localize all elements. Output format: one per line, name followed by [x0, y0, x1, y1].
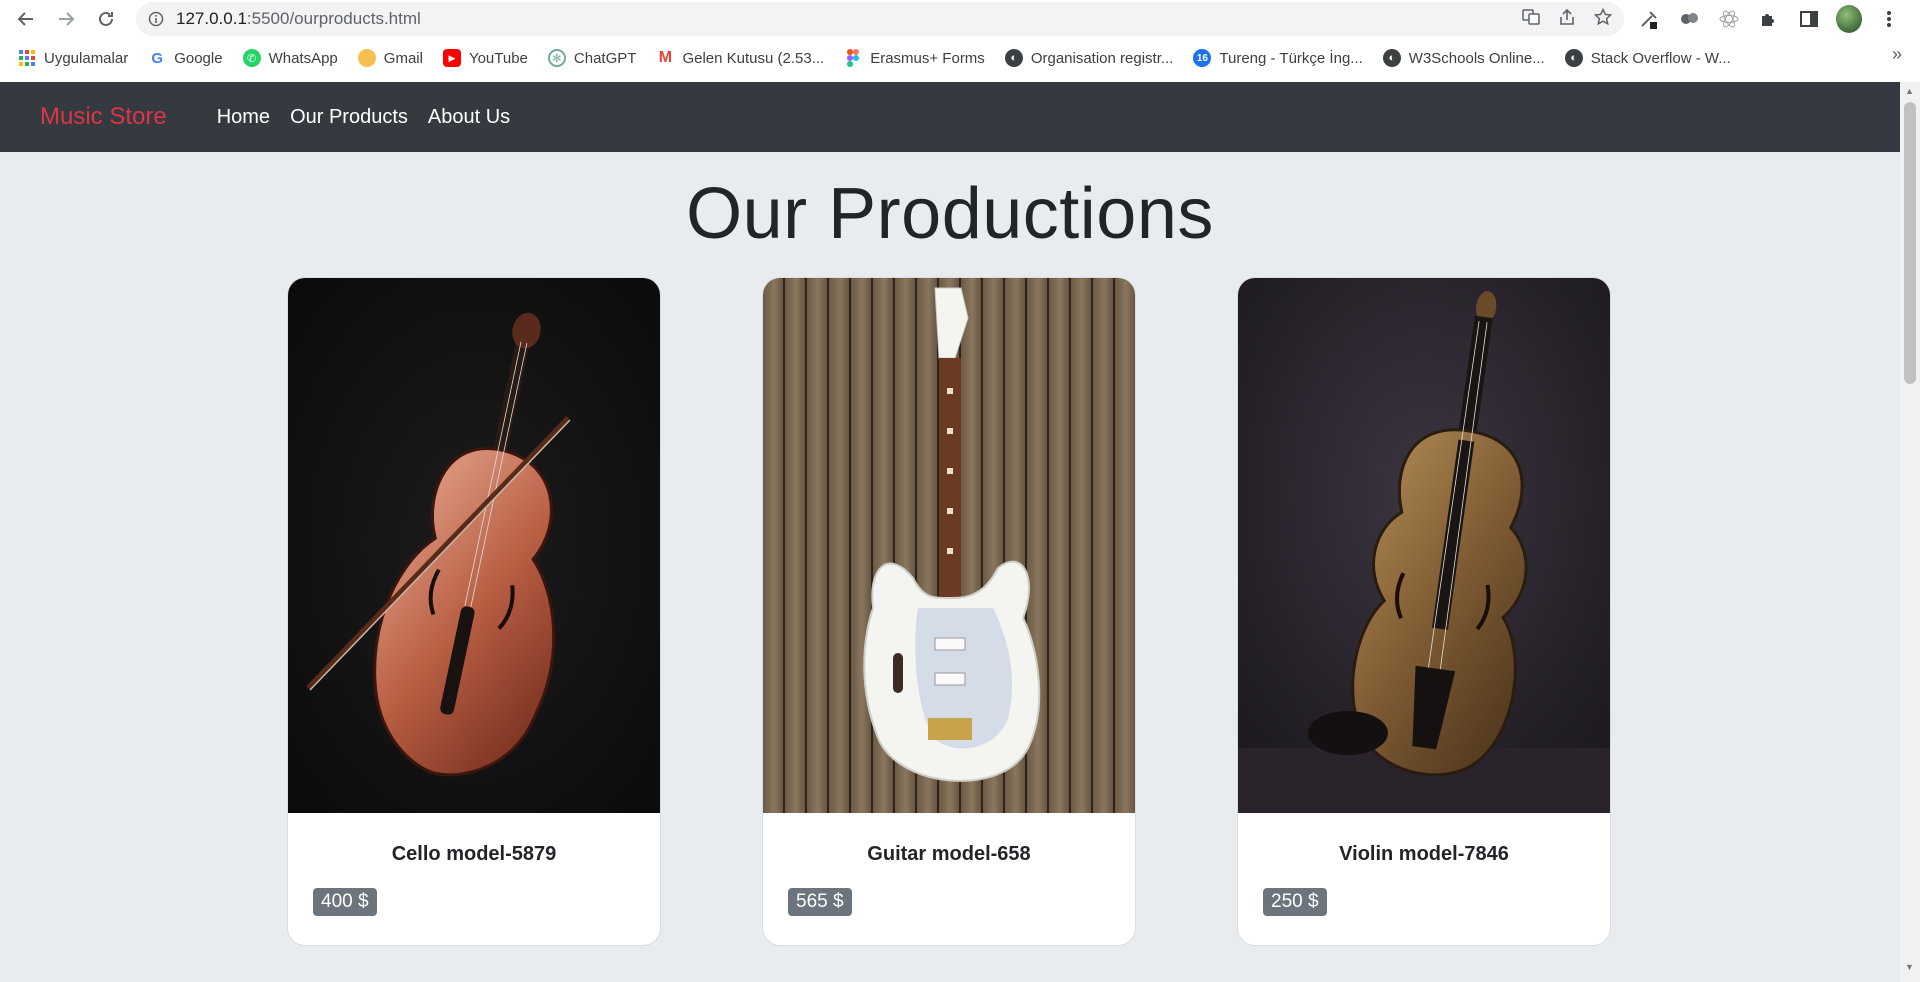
puzzle-extensions-icon[interactable] — [1756, 6, 1782, 32]
browser-toolbar: 127.0.0.1:5500/ourproducts.html — [0, 0, 1920, 38]
product-image-violin — [1238, 278, 1610, 813]
bookmark-organisation[interactable]: ◐ Organisation registr... — [1004, 49, 1174, 67]
bookmarks-overflow-button[interactable]: » — [1892, 44, 1902, 65]
url-host: 127.0.0.1 — [176, 9, 247, 28]
circle-favicon-icon — [357, 49, 376, 67]
browser-menu-icon[interactable] — [1876, 6, 1902, 32]
scroll-down-arrow-icon[interactable]: ▼ — [1905, 962, 1914, 972]
browser-chrome: 127.0.0.1:5500/ourproducts.html Uygulama… — [0, 0, 1920, 82]
product-card-cello[interactable]: Cello model-5879 400 $ — [287, 277, 661, 946]
brand-link[interactable]: Music Store — [40, 103, 167, 131]
globe-icon: ◐ — [1004, 49, 1023, 67]
bookmark-google[interactable]: G Google — [148, 49, 222, 67]
price-badge: 250 $ — [1263, 888, 1327, 916]
site-info-icon[interactable] — [136, 11, 176, 27]
youtube-icon: ▶ — [442, 49, 461, 67]
bookmark-label: W3Schools Online... — [1408, 49, 1545, 67]
bookmark-w3schools[interactable]: ◐ W3Schools Online... — [1382, 49, 1545, 67]
product-image-guitar — [763, 278, 1135, 813]
side-panel-icon[interactable] — [1796, 6, 1822, 32]
bookmark-label: Google — [174, 49, 223, 67]
web-page: Music Store Home Our Products About Us O… — [0, 82, 1900, 982]
back-button[interactable] — [6, 0, 46, 38]
scroll-up-arrow-icon[interactable]: ▲ — [1905, 86, 1914, 96]
bookmark-tureng[interactable]: 16 Tureng - Türkçe İng... — [1193, 49, 1363, 67]
scrollbar-thumb[interactable] — [1904, 102, 1916, 384]
product-title: Cello model-5879 — [391, 843, 557, 865]
bookmark-whatsapp[interactable]: ✆ WhatsApp — [242, 49, 338, 67]
price-badge: 565 $ — [788, 888, 852, 916]
nav-about-us[interactable]: About Us — [428, 106, 510, 129]
chatgpt-icon: ✻ — [547, 49, 566, 67]
globe-icon: ◐ — [1382, 49, 1401, 67]
bookmark-gmail-circle[interactable]: Gmail — [357, 49, 423, 67]
share-icon[interactable] — [1558, 8, 1576, 31]
google-icon: G — [151, 49, 164, 67]
bookmark-label: WhatsApp — [268, 49, 338, 67]
bookmark-erasmus[interactable]: Erasmus+ Forms — [844, 49, 985, 67]
address-bar-actions — [1522, 2, 1613, 36]
translate-icon[interactable] — [1522, 8, 1540, 31]
back-arrow-icon — [17, 12, 33, 26]
nav-home[interactable]: Home — [217, 106, 270, 129]
extensions-area — [1636, 0, 1902, 38]
bookmark-label: Gmail — [383, 49, 423, 67]
bookmark-chatgpt[interactable]: ✻ ChatGPT — [547, 49, 637, 67]
bookmark-gmail-inbox[interactable]: M Gelen Kutusu (2.53... — [656, 49, 824, 67]
bookmark-label: Gelen Kutusu (2.53... — [682, 49, 825, 67]
bookmark-label: Tureng - Türkçe İng... — [1219, 49, 1363, 67]
profile-avatar[interactable] — [1836, 5, 1862, 33]
bookmark-label: Erasmus+ Forms — [870, 49, 985, 67]
price-badge: 400 $ — [313, 888, 377, 916]
bookmark-apps[interactable]: Uygulamalar — [18, 49, 128, 67]
nav-our-products[interactable]: Our Products — [290, 106, 408, 129]
bookmark-label: Stack Overflow - W... — [1590, 49, 1731, 67]
gmail-icon: M — [658, 49, 673, 66]
page-title: Our Productions — [686, 174, 1214, 254]
figma-icon — [844, 49, 862, 67]
address-bar[interactable]: 127.0.0.1:5500/ourproducts.html — [136, 2, 1624, 36]
product-card-violin[interactable]: Violin model-7846 250 $ — [1237, 277, 1611, 946]
forward-button[interactable] — [46, 0, 86, 38]
bookmarks-bar: Uygulamalar G Google ✆ WhatsApp Gmail ▶ … — [0, 44, 1920, 72]
bookmark-youtube[interactable]: ▶ YouTube — [442, 49, 528, 67]
bookmark-star-icon[interactable] — [1593, 7, 1613, 31]
reload-icon — [99, 11, 113, 26]
whatsapp-icon: ✆ — [242, 49, 261, 67]
page-scrollbar[interactable]: ▲ ▼ — [1900, 82, 1920, 982]
product-image-cello — [288, 278, 660, 813]
url-text[interactable]: 127.0.0.1:5500/ourproducts.html — [176, 9, 421, 29]
product-title: Violin model-7846 — [1339, 843, 1509, 865]
bookmark-label: Uygulamalar — [44, 49, 129, 67]
apps-grid-icon — [18, 49, 36, 67]
bookmark-label: YouTube — [468, 49, 528, 67]
react-extension-icon[interactable] — [1716, 6, 1742, 32]
bookmark-stackoverflow[interactable]: ◐ Stack Overflow - W... — [1564, 49, 1731, 67]
product-title: Guitar model-658 — [867, 843, 1031, 865]
devtools-extension-icon[interactable] — [1636, 6, 1662, 32]
globe-icon: ◐ — [1564, 49, 1583, 67]
url-path: :5500/ourproducts.html — [246, 9, 421, 28]
bookmark-label: ChatGPT — [573, 49, 637, 67]
bookmark-label: Organisation registr... — [1030, 49, 1174, 67]
product-card-guitar[interactable]: Guitar model-658 565 $ — [762, 277, 1136, 946]
extension-dots-icon[interactable] — [1676, 6, 1702, 32]
tureng-badge-icon: 16 — [1193, 49, 1212, 67]
forward-arrow-icon — [59, 12, 75, 26]
reload-button[interactable] — [86, 0, 126, 38]
site-navbar: Music Store Home Our Products About Us — [0, 82, 1900, 152]
